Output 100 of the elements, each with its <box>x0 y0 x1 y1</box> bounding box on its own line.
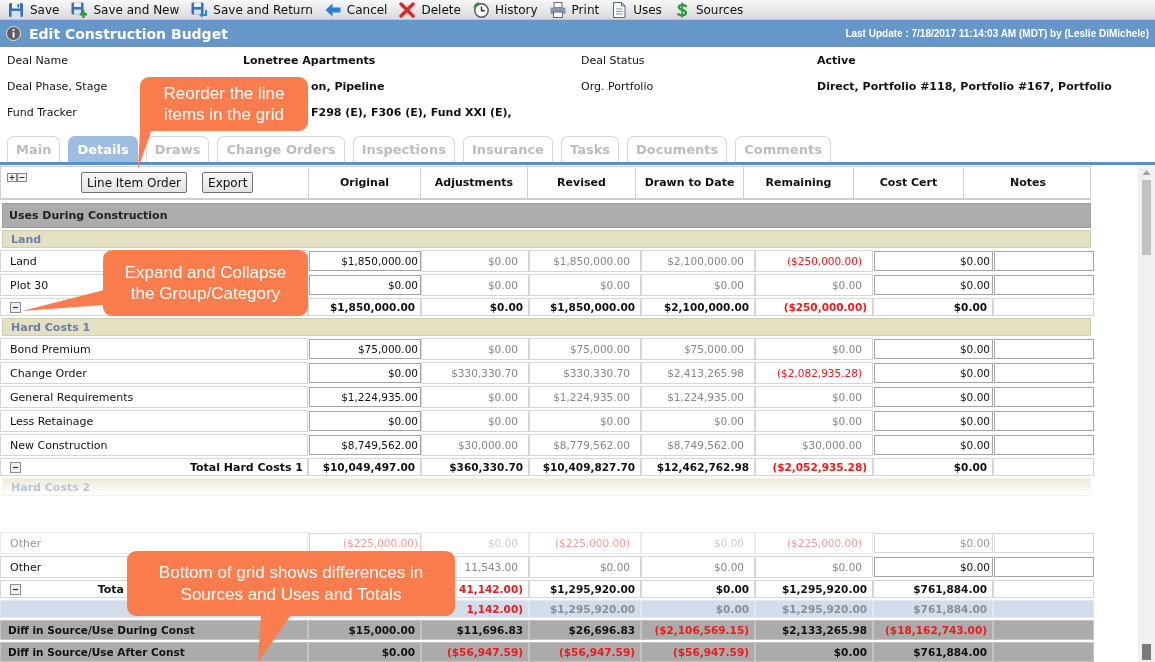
amount-field[interactable]: $75,000.00 <box>309 339 421 359</box>
section-header: Uses During Construction <box>2 203 1091 228</box>
amount-field[interactable]: $1,224,935.00 <box>309 387 421 407</box>
row-label: Other <box>10 536 42 550</box>
table-cell: $0.00 <box>529 410 641 432</box>
notes-field[interactable] <box>994 275 1094 295</box>
row-label: Change Order <box>10 366 87 380</box>
toolbar-button[interactable]: Save and New <box>71 0 180 19</box>
amount-field[interactable]: $8,749,562.00 <box>309 435 421 455</box>
table-cell: $360,330.70 <box>421 458 529 476</box>
field-label: Deal Status <box>581 53 645 67</box>
field-value: F298 (E), F306 (E), Fund XXI (E), <box>311 105 512 119</box>
field-label: Fund Tracker <box>7 105 77 119</box>
table-cell: $2,100,000.00 <box>641 250 755 272</box>
table-cell: $0.00 <box>755 386 873 408</box>
field-value: Lonetree Apartments <box>243 53 376 67</box>
column-header: Adjustments <box>421 167 528 198</box>
table-cell: $0.00 <box>873 458 993 476</box>
column-header: Cost Cert <box>854 167 964 198</box>
column-header: Remaining <box>744 167 854 198</box>
callout: Expand and Collapse the Group/Category <box>103 250 308 316</box>
toolbar-button[interactable]: Delete <box>399 0 461 19</box>
amount-field[interactable]: $0.00 <box>874 387 993 407</box>
page-title: Edit Construction Budget <box>29 25 228 42</box>
table-cell: $761,884.00 <box>873 642 993 662</box>
row-label: Bond Premium <box>10 342 91 356</box>
collapse-icon[interactable] <box>10 301 21 313</box>
table-cell: $0.00 <box>421 338 529 360</box>
amount-field[interactable]: $0.00 <box>874 557 993 577</box>
amount-field[interactable]: $0.00 <box>874 435 993 455</box>
document-icon <box>611 1 628 18</box>
toolbar-button[interactable]: Save and Return <box>191 0 313 19</box>
amount-field[interactable]: $0.00 <box>309 363 421 383</box>
table-cell: $1,224,935.00 <box>529 386 641 408</box>
table-cell: $0.00 <box>421 410 529 432</box>
grid-button[interactable]: Export <box>202 172 254 193</box>
table-cell: $0.00 <box>529 556 641 578</box>
notes-field[interactable] <box>994 363 1094 383</box>
amount-field[interactable]: $0.00 <box>874 251 993 271</box>
row-label: New Construction <box>10 438 108 452</box>
table-cell: $0.00 <box>421 250 529 272</box>
amount-field[interactable]: $0.00 <box>874 411 993 431</box>
toolbar-button[interactable]: History <box>472 0 538 19</box>
table-cell: ($18,162,743.00) <box>873 620 993 640</box>
floppy-arrow-icon <box>191 1 208 18</box>
grid-button[interactable]: Line Item Order <box>81 172 188 193</box>
collapse-icon[interactable] <box>17 173 27 182</box>
table-cell: $0.00 <box>641 274 755 296</box>
notes-field[interactable] <box>994 251 1094 271</box>
toolbar-button[interactable]: Cancel <box>324 0 388 19</box>
row-label: Diff in Source/Use After Const <box>0 642 308 662</box>
table-cell: $0.00 <box>641 580 755 598</box>
table-cell: $1,295,920.00 <box>755 580 873 598</box>
amount-field[interactable]: $0.00 <box>874 339 993 359</box>
table-cell: $2,133,265.98 <box>755 620 873 640</box>
table-cell: $15,000.00 <box>308 620 421 640</box>
toolbar-button[interactable]: Print <box>549 0 600 19</box>
toolbar-button[interactable]: Save <box>8 0 60 19</box>
field-label: Deal Name <box>7 53 68 67</box>
field-label: Org. Portfolio <box>581 79 654 93</box>
table-cell: $330,330.70 <box>529 362 641 384</box>
amount-field[interactable]: $1,850,000.00 <box>309 251 421 271</box>
notes-field[interactable] <box>994 411 1094 431</box>
notes-field[interactable] <box>994 435 1094 455</box>
table-cell: $1,850,000.00 <box>529 298 641 316</box>
table-cell: $8,749,562.00 <box>641 434 755 456</box>
table-cell: $1,295,920.00 <box>529 600 641 618</box>
table-cell: ($56,947.59) <box>421 642 529 662</box>
amount-field[interactable]: $0.00 <box>309 275 421 295</box>
table-cell: $0.00 <box>641 600 755 618</box>
notes-field[interactable] <box>994 339 1094 359</box>
table-cell: $0.00 <box>308 642 421 662</box>
table-cell: $2,100,000.00 <box>641 298 755 316</box>
table-cell: ($250,000.00) <box>755 250 873 272</box>
amount-field[interactable]: $0.00 <box>874 275 993 295</box>
field-value: Direct, Portfolio #118, Portfolio #167, Portfolio <box>817 79 1112 93</box>
last-update-text: Last Update : 7/18/2017 11:14:03 AM (MDT) by (Leslie DiMichele) <box>845 28 1149 39</box>
table-cell: ($2,106,569.15) <box>641 620 755 640</box>
table-cell: $1,850,000.00 <box>308 298 421 316</box>
table-cell: ($2,052,935.28) <box>755 458 873 476</box>
toolbar-button[interactable]: Sources <box>673 0 744 19</box>
table-cell: $0.00 <box>421 386 529 408</box>
toolbar-button[interactable]: Uses <box>611 0 662 19</box>
notes-field[interactable] <box>994 387 1094 407</box>
column-header: Original <box>309 167 421 198</box>
notes-field[interactable] <box>994 557 1094 577</box>
collapse-icon[interactable] <box>10 583 21 595</box>
table-cell: $761,884.00 <box>873 580 993 598</box>
collapse-icon[interactable] <box>10 461 21 473</box>
table-cell: $0.00 <box>421 298 529 316</box>
x-mark-icon <box>399 1 416 18</box>
amount-field[interactable]: $0.00 <box>309 411 421 431</box>
callout: Reorder the line items in the grid <box>140 77 308 131</box>
expand-icon[interactable] <box>7 173 17 182</box>
table-cell: $0.00 <box>529 274 641 296</box>
field-value: Active <box>817 53 856 67</box>
table-cell: $0.00 <box>755 338 873 360</box>
amount-field[interactable]: $0.00 <box>874 363 993 383</box>
scrollbar[interactable] <box>1138 166 1155 662</box>
table-cell: $10,049,497.00 <box>308 458 421 476</box>
